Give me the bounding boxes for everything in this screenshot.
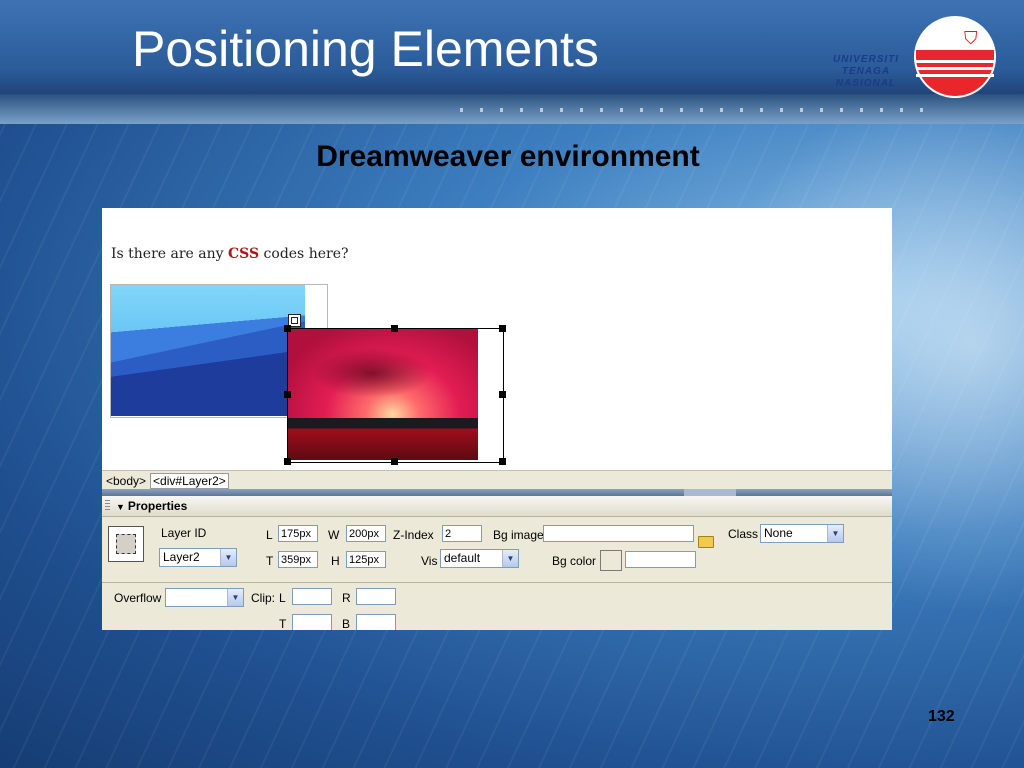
clip-label: Clip: [251, 591, 276, 605]
layer-icon [108, 526, 144, 562]
bgcolor-input[interactable] [625, 551, 696, 568]
vis-select[interactable]: default ▼ [440, 549, 519, 568]
properties-panel: ▼ Properties Layer ID Layer2 ▼ L 175px W … [102, 496, 892, 630]
clip-left-input[interactable] [292, 588, 332, 605]
design-text-before: Is there are any [111, 246, 229, 262]
class-select[interactable]: None ▼ [760, 524, 844, 543]
properties-header[interactable]: ▼ Properties [102, 496, 892, 517]
mountains-image [111, 285, 305, 416]
slide-number: 132 [928, 708, 955, 725]
resize-handle-nw[interactable] [284, 325, 291, 332]
chevron-down-icon[interactable]: ▼ [502, 550, 518, 567]
left-label: L [266, 528, 273, 542]
class-label: Class [728, 527, 759, 541]
vis-label: Vis [421, 554, 438, 568]
chevron-down-icon[interactable]: ▼ [227, 589, 243, 606]
collapse-triangle-icon[interactable]: ▼ [116, 502, 125, 512]
logo-line-3: NASIONAL [835, 78, 897, 89]
bgimage-label: Bg image [493, 528, 544, 542]
folder-icon[interactable] [698, 536, 714, 548]
clip-top-input[interactable] [292, 614, 332, 630]
left-input[interactable]: 175px [278, 525, 318, 542]
dreamweaver-screenshot: Is there are any CSS codes here? <body> <… [102, 208, 892, 630]
layer-id-label: Layer ID [161, 526, 207, 540]
clip-left-label: L [279, 591, 286, 605]
slide-title: Positioning Elements [132, 21, 599, 77]
resize-handle-n[interactable] [391, 325, 398, 332]
top-input[interactable]: 359px [278, 551, 318, 568]
resize-handle-s[interactable] [391, 458, 398, 465]
height-input[interactable]: 125px [346, 551, 386, 568]
clip-right-label: R [342, 591, 351, 605]
university-logo: UNIVERSITI TENAGA NASIONAL ⛉ [816, 14, 998, 100]
resize-handle-sw[interactable] [284, 458, 291, 465]
overflow-label: Overflow [114, 591, 162, 605]
overflow-select[interactable]: ▼ [165, 588, 244, 607]
resize-handle-ne[interactable] [499, 325, 506, 332]
zindex-input[interactable]: 2 [442, 525, 482, 542]
splitter-grip[interactable] [684, 489, 736, 496]
clip-right-input[interactable] [356, 588, 396, 605]
tag-body[interactable]: <body> [103, 473, 149, 489]
drag-grip-icon[interactable] [105, 500, 110, 512]
design-view[interactable]: Is there are any CSS codes here? [102, 208, 892, 470]
clip-bottom-input[interactable] [356, 614, 396, 630]
panel-splitter[interactable] [102, 489, 892, 496]
bgcolor-label: Bg color [552, 554, 597, 568]
chevron-down-icon[interactable]: ▼ [220, 549, 236, 566]
logo-stripes [916, 60, 994, 80]
logo-line-1: UNIVERSITI [832, 54, 900, 65]
slide-subtitle: Dreamweaver environment [316, 140, 700, 173]
layer-id-value: Layer2 [163, 550, 200, 564]
resize-handle-w[interactable] [284, 391, 291, 398]
chevron-down-icon[interactable]: ▼ [827, 525, 843, 542]
width-label: W [328, 528, 340, 542]
logo-wordmark: UNIVERSITI TENAGA NASIONAL [816, 54, 916, 90]
decorative-dots [460, 108, 930, 112]
vis-value: default [444, 551, 481, 565]
clip-top-label: T [279, 617, 287, 630]
class-value: None [764, 526, 793, 540]
height-label: H [331, 554, 340, 568]
tag-div-layer2[interactable]: <div#Layer2> [150, 473, 229, 489]
resize-handle-e[interactable] [499, 391, 506, 398]
bgcolor-picker[interactable] [600, 550, 622, 571]
bgimage-input[interactable] [543, 525, 694, 542]
zindex-label: Z-Index [393, 528, 434, 542]
logo-line-2: TENAGA [841, 66, 891, 77]
design-text: Is there are any CSS codes here? [111, 246, 348, 262]
layer-id-select[interactable]: Layer2 ▼ [159, 548, 237, 567]
width-input[interactable]: 200px [346, 525, 386, 542]
properties-divider [102, 582, 892, 583]
top-label: T [266, 554, 274, 568]
resize-handle-se[interactable] [499, 458, 506, 465]
design-text-after: codes here? [259, 246, 349, 262]
logo-emblem-icon: ⛉ [964, 28, 978, 48]
tag-selector: <body> <div#Layer2> [102, 470, 892, 490]
properties-title-label: Properties [127, 499, 188, 513]
clip-bottom-label: B [342, 617, 351, 630]
sunset-clouds [312, 348, 432, 398]
design-text-css: CSS [228, 246, 260, 262]
properties-title[interactable]: ▼ Properties [116, 499, 187, 513]
